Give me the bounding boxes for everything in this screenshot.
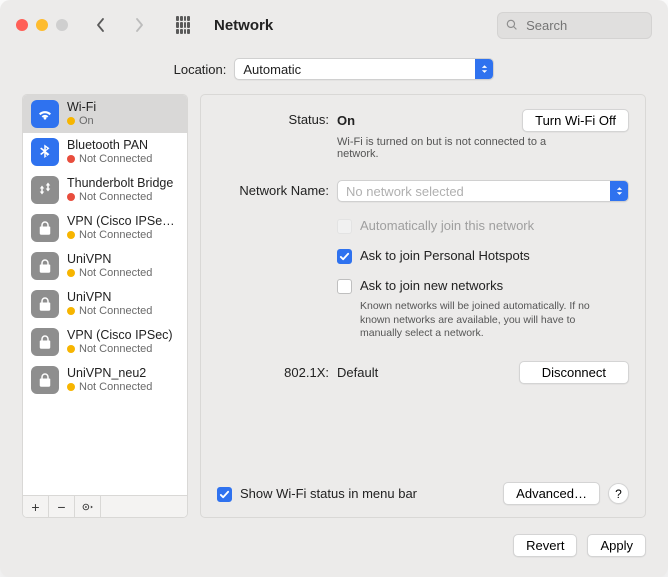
sidebar-item-0[interactable]: Wi-FiOn [23,95,187,133]
close-window-button[interactable] [16,19,28,31]
status-dot-icon [67,307,75,315]
zoom-window-button [56,19,68,31]
revert-button[interactable]: Revert [513,534,577,557]
status-value: On [337,113,355,128]
auto-join-checkbox-row: Automatically join this network [337,218,629,234]
lock-icon [31,252,59,280]
status-dot-icon [67,193,75,201]
apply-button[interactable]: Apply [587,534,646,557]
status-dot-icon [67,269,75,277]
new-networks-label: Ask to join new networks [360,278,503,293]
show-menubar-label: Show Wi-Fi status in menu bar [240,486,417,501]
more-icon [81,502,95,512]
titlebar: Network [0,0,668,50]
sidebar-item-name: VPN (Cisco IPSec) [67,328,173,342]
network-name-value: No network selected [346,184,464,199]
location-value: Automatic [243,62,301,77]
status-note: Wi-Fi is turned on but is not connected … [337,136,577,160]
search-field[interactable] [497,12,652,39]
search-input[interactable] [524,17,643,34]
interfaces-list: Wi-FiOnBluetooth PANNot ConnectedThunder… [23,95,187,495]
network-name-select[interactable]: No network selected [337,180,629,202]
traffic-lights [16,19,68,31]
status-dot-icon [67,231,75,239]
sidebar-item-name: UniVPN [67,252,152,266]
sidebar-item-7[interactable]: UniVPN_neu2Not Connected [23,361,187,399]
network-name-label: Network Name: [217,180,329,198]
chevron-updown-icon [610,181,628,201]
add-interface-button[interactable]: + [23,496,49,517]
lock-icon [31,366,59,394]
lock-icon [31,214,59,242]
lock-icon [31,328,59,356]
show-all-button[interactable] [170,12,196,38]
bluetooth-icon [31,138,59,166]
auto-join-checkbox [337,219,352,234]
sidebar-item-1[interactable]: Bluetooth PANNot Connected [23,133,187,171]
more-options-button[interactable] [75,496,101,517]
sidebar-item-status: Not Connected [67,191,173,204]
new-networks-note: Known networks will be joined automatica… [360,300,600,341]
status-label: Status: [217,109,329,127]
location-row: Location: Automatic [0,50,668,94]
wifi-icon [31,100,59,128]
new-networks-checkbox[interactable] [337,279,352,294]
chevron-updown-icon [475,59,493,79]
sidebar-item-2[interactable]: Thunderbolt BridgeNot Connected [23,171,187,209]
sidebar-item-3[interactable]: VPN (Cisco IPSec) 2Not Connected [23,209,187,247]
advanced-button[interactable]: Advanced… [503,482,600,505]
sidebar-item-status: Not Connected [67,381,152,394]
network-preferences-window: Network Location: Automatic Wi-FiOnBluet… [0,0,668,577]
search-icon [506,18,518,32]
sidebar-item-5[interactable]: UniVPNNot Connected [23,285,187,323]
auto-join-label: Automatically join this network [360,218,534,233]
new-networks-checkbox-row: Ask to join new networks [337,278,629,294]
status-dot-icon [67,345,75,353]
sidebar-item-status: Not Connected [67,267,152,280]
remove-interface-button[interactable]: − [49,496,75,517]
status-dot-icon [67,383,75,391]
status-dot-icon [67,155,75,163]
hotspot-checkbox-row: Ask to join Personal Hotspots [337,248,629,264]
wifi-toggle-button[interactable]: Turn Wi-Fi Off [522,109,629,132]
hotspot-checkbox[interactable] [337,249,352,264]
sidebar-item-status: Not Connected [67,229,179,242]
detail-panel: Status: On Turn Wi-Fi Off Wi-Fi is turne… [200,94,646,518]
sidebar-item-status: On [67,115,96,128]
sidebar-item-name: Wi-Fi [67,100,96,114]
minimize-window-button[interactable] [36,19,48,31]
forward-button [126,12,152,38]
sidebar-item-6[interactable]: VPN (Cisco IPSec)Not Connected [23,323,187,361]
lock-icon [31,290,59,318]
location-label: Location: [174,62,227,77]
sidebar-item-4[interactable]: UniVPNNot Connected [23,247,187,285]
sidebar-item-name: Bluetooth PAN [67,138,152,152]
sidebar-item-name: VPN (Cisco IPSec) 2 [67,214,179,228]
sidebar-item-status: Not Connected [67,153,152,166]
bridge-icon [31,176,59,204]
8021x-label: 802.1X: [217,365,329,380]
interfaces-sidebar: Wi-FiOnBluetooth PANNot ConnectedThunder… [22,94,188,518]
sidebar-item-status: Not Connected [67,305,152,318]
bottom-bar: Revert Apply [0,518,668,577]
sidebar-item-name: UniVPN_neu2 [67,366,152,380]
location-select[interactable]: Automatic [234,58,494,80]
disconnect-button[interactable]: Disconnect [519,361,629,384]
show-menubar-checkbox[interactable] [217,487,232,502]
hotspot-label: Ask to join Personal Hotspots [360,248,530,263]
grid-icon [176,16,190,34]
back-button[interactable] [88,12,114,38]
sidebar-item-status: Not Connected [67,343,173,356]
8021x-value: Default [337,365,378,380]
page-title: Network [214,17,273,34]
sidebar-item-name: Thunderbolt Bridge [67,176,173,190]
help-button[interactable]: ? [608,483,629,504]
sidebar-footer: + − [23,495,187,517]
sidebar-item-name: UniVPN [67,290,152,304]
status-dot-icon [67,117,75,125]
